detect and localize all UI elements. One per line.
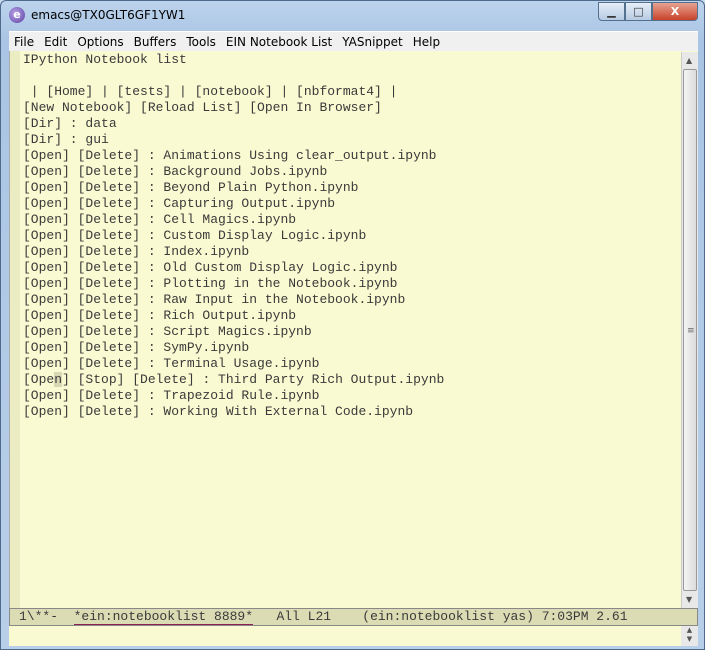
menu-edit[interactable]: Edit: [39, 35, 72, 49]
fringe: [10, 51, 20, 608]
notebook-entry[interactable]: [Open] [Delete] : Trapezoid Rule.ipynb: [23, 388, 444, 404]
notebook-entry[interactable]: [Open] [Delete] : Beyond Plain Python.ip…: [23, 180, 444, 196]
minimize-button[interactable]: ▁: [598, 2, 625, 21]
buffer-name[interactable]: *ein:notebooklist 8889*: [73, 609, 254, 625]
notebook-entry[interactable]: [Open] [Delete] : Custom Display Logic.i…: [23, 228, 444, 244]
notebook-entry[interactable]: [Open] [Delete] : Raw Input in the Noteb…: [23, 292, 444, 308]
notebook-entry[interactable]: [Open] [Delete] : Capturing Output.ipynb: [23, 196, 444, 212]
close-button[interactable]: X: [652, 2, 698, 21]
scroll-up-arrow-icon[interactable]: ▲: [686, 56, 692, 65]
emacs-window: e emacs@TX0GLT6GF1YW1 ▁ □ X File Edit Op…: [0, 0, 705, 650]
menu-ein-notebook-list[interactable]: EIN Notebook List: [221, 35, 337, 49]
title-bar[interactable]: e emacs@TX0GLT6GF1YW1 ▁ □ X: [1, 1, 704, 29]
window-title: emacs@TX0GLT6GF1YW1: [31, 8, 186, 22]
cursor-line-before: [Ope: [23, 372, 55, 387]
mode-line: 1\**- *ein:notebooklist 8889* All L21 (e…: [9, 608, 698, 626]
notebook-entry[interactable]: [Open] [Delete] : Index.ipynb: [23, 244, 444, 260]
minibuffer-scroll-icon[interactable]: ▲ ▼: [681, 626, 698, 646]
notebook-entry[interactable]: [Open] [Delete] : SymPy.ipynb: [23, 340, 444, 356]
emacs-icon: e: [9, 7, 25, 23]
notebook-entry[interactable]: [Open] [Delete] : Old Custom Display Log…: [23, 260, 444, 276]
menu-help[interactable]: Help: [408, 35, 445, 49]
notebook-entry[interactable]: [Open] [Delete] : Background Jobs.ipynb: [23, 164, 444, 180]
minibuffer[interactable]: ▲ ▼: [9, 626, 698, 646]
dir-entry[interactable]: [Dir] : data: [23, 116, 444, 132]
nav-links[interactable]: | [Home] | [tests] | [notebook] | [nbfor…: [23, 84, 444, 100]
notebook-entry[interactable]: [Open] [Delete] : Rich Output.ipynb: [23, 308, 444, 324]
buffer-area[interactable]: IPython Notebook list | [Home] | [tests]…: [9, 51, 698, 608]
grip-icon: ≡: [687, 326, 695, 336]
menu-tools[interactable]: Tools: [181, 35, 221, 49]
menu-yasnippet[interactable]: YASnippet: [337, 35, 408, 49]
menu-bar: File Edit Options Buffers Tools EIN Note…: [9, 31, 698, 51]
scrollbar-thumb[interactable]: ≡: [683, 69, 697, 591]
notebook-entry[interactable]: [Open] [Delete] : Terminal Usage.ipynb: [23, 356, 444, 372]
menu-options[interactable]: Options: [72, 35, 128, 49]
buffer-heading: IPython Notebook list: [23, 52, 187, 67]
maximize-button[interactable]: □: [625, 2, 652, 21]
dir-entry[interactable]: [Dir] : gui: [23, 132, 444, 148]
menu-buffers[interactable]: Buffers: [129, 35, 182, 49]
cursor-line-after: ] [Stop] [Delete] : Third Party Rich Out…: [62, 372, 445, 387]
notebook-entry[interactable]: [Open] [Delete] : Animations Using clear…: [23, 148, 444, 164]
scroll-down-arrow-icon[interactable]: ▼: [686, 595, 692, 604]
menu-file[interactable]: File: [9, 35, 39, 49]
notebook-entry[interactable]: [Open] [Delete] : Plotting in the Notebo…: [23, 276, 444, 292]
cursor: n: [54, 372, 63, 387]
notebook-entry[interactable]: [Open] [Delete] : Script Magics.ipynb: [23, 324, 444, 340]
notebook-entry[interactable]: [Open] [Delete] : Cell Magics.ipynb: [23, 212, 444, 228]
vertical-scrollbar[interactable]: ▲ ≡ ▼: [681, 52, 698, 608]
action-links[interactable]: [New Notebook] [Reload List] [Open In Br…: [23, 100, 444, 116]
notebook-entry-running[interactable]: [Open] [Stop] [Delete] : Third Party Ric…: [23, 372, 444, 388]
notebook-entry[interactable]: [Open] [Delete] : Working With External …: [23, 404, 444, 420]
